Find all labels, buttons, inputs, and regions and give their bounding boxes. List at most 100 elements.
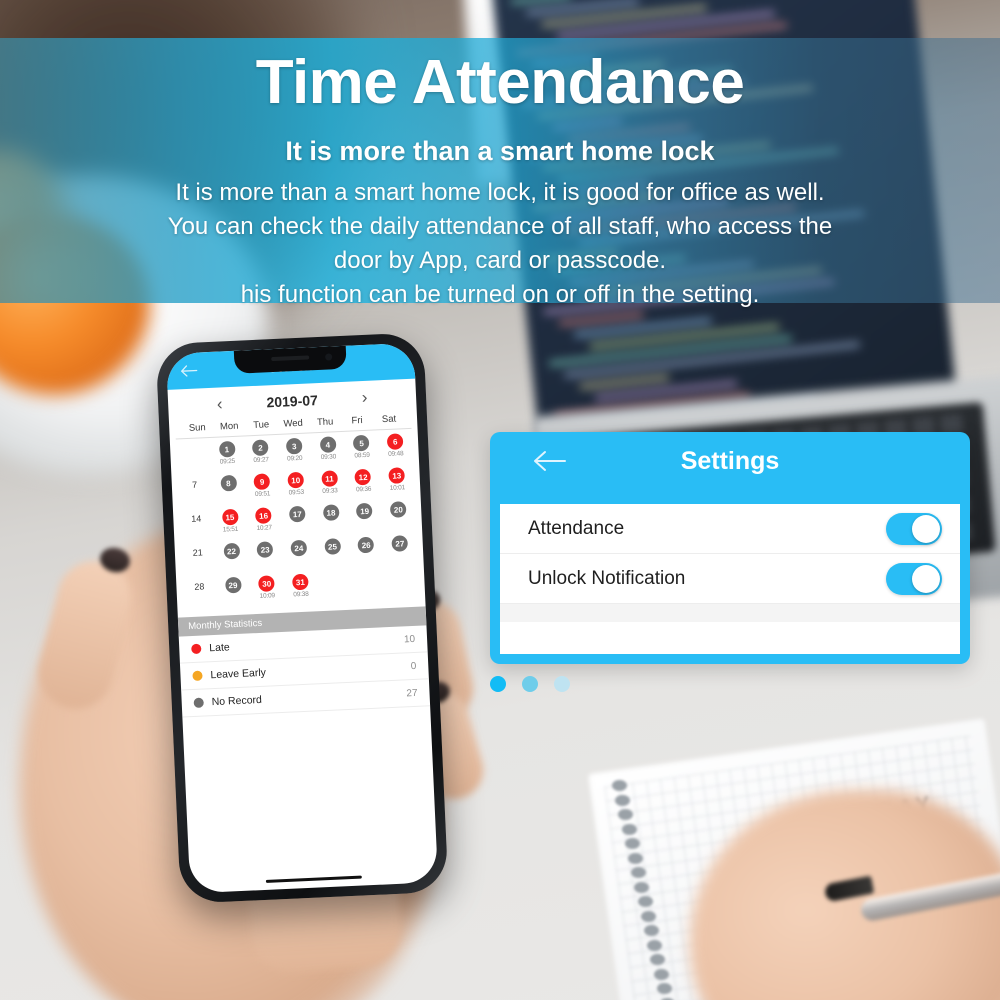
page-description: It is more than a smart home lock, it is… [0, 177, 1000, 311]
code-line-blur [558, 312, 644, 327]
calendar-day-time: 09:25 [219, 457, 236, 466]
calendar-day-cell[interactable]: 16 10:27 [246, 507, 281, 540]
calendar-day-marker-gray: 26 [357, 536, 375, 554]
pager-dot[interactable] [554, 676, 570, 692]
calendar-day-name: Tue [252, 419, 270, 432]
calendar-day-marker-gray: 5 [353, 434, 370, 452]
calendar-day-cell [317, 572, 352, 605]
chevron-right-icon[interactable]: › [361, 388, 368, 408]
calendar-day-name: Mon [219, 420, 239, 433]
chevron-left-icon[interactable]: ‹ [216, 394, 223, 414]
calendar-day-cell[interactable]: 3 09:20 [277, 437, 312, 470]
home-indicator-bar [265, 875, 362, 883]
pager-dot-active[interactable] [490, 676, 506, 692]
calendar-day-marker-gray: 4 [319, 436, 337, 454]
calendar-day-marker-gray: 29 [224, 576, 242, 594]
calendar-day-marker-red: 31 [291, 573, 309, 591]
calendar-day-cell[interactable]: 20 [381, 501, 416, 534]
calendar-day-time: 09:33 [322, 487, 338, 495]
calendar-day-marker-red: 15 [221, 508, 239, 526]
calendar-day-time: 09:30 [320, 453, 337, 461]
calendar-day-name: Fri [351, 415, 363, 427]
calendar-day-cell[interactable]: 13 10:01 [380, 467, 415, 500]
statistic-label: Late [209, 641, 230, 655]
toggle-switch-on[interactable] [886, 512, 942, 545]
settings-rows-container: Attendance Unlock Notification [500, 504, 960, 654]
header-text-block: Time Attendance It is more than a smart … [0, 40, 1000, 311]
calendar-day-name: Wed [283, 417, 304, 430]
calendar-day-number: 14 [190, 513, 202, 524]
calendar-day-cell [351, 570, 386, 603]
calendar-day-cell[interactable]: 19 [347, 502, 382, 535]
settings-title: Settings [680, 446, 780, 475]
calendar-day-cell[interactable]: 23 [248, 541, 283, 574]
calendar-day-cell[interactable]: 22 [214, 542, 249, 575]
carousel-pager-dots[interactable] [490, 676, 610, 692]
calendar-day-empty [326, 572, 343, 589]
earpiece-speaker-icon [271, 355, 310, 362]
calendar-day-cell[interactable]: 8 [211, 474, 246, 507]
calendar-day-cell[interactable]: 27 [383, 535, 418, 568]
calendar-day-time: 09:48 [388, 450, 404, 458]
calendar-day-cell[interactable]: 29 [216, 576, 251, 609]
calendar-day-marker-gray: 17 [288, 505, 306, 523]
phone-mockup: Steven ‹ 2019-07 › SunMonTueWedThuFriSat… [155, 332, 449, 904]
calendar-day-marker-red: 6 [386, 433, 404, 450]
page-subtitle: It is more than a smart home lock [285, 135, 715, 166]
calendar-day-cell[interactable]: 1 09:25 [210, 440, 245, 473]
calendar-day-cell [176, 442, 211, 475]
toggle-switch-on[interactable] [886, 562, 942, 595]
calendar-day-empty [393, 569, 410, 586]
calendar-day-marker-gray: 27 [391, 535, 409, 552]
calendar-day-cell[interactable]: 24 [282, 539, 317, 572]
calendar-day-marker-gray: 25 [324, 538, 341, 555]
calendar-day-cell[interactable]: 4 09:30 [311, 436, 346, 469]
calendar-day-cell[interactable]: 5 08:59 [344, 434, 379, 467]
calendar-day-marker-gray: 1 [218, 440, 236, 458]
calendar-day-name: Sun [188, 422, 206, 434]
calendar-day-cell[interactable]: 9 09:51 [245, 473, 280, 506]
settings-row: Attendance [500, 504, 960, 554]
calendar-day-cell[interactable]: 10 09:53 [279, 471, 314, 504]
monthly-statistics-list: Late 10 Leave Early 0 No Record 27 [178, 625, 431, 718]
calendar-day-time: 09:27 [253, 456, 269, 465]
calendar-day-marker-red: 9 [253, 473, 271, 491]
calendar-day-cell[interactable]: 2 09:27 [243, 439, 278, 472]
calendar-day-cell[interactable]: 12 09:36 [346, 468, 381, 501]
status-color-dot [192, 670, 203, 682]
code-line-blur [579, 374, 670, 390]
code-line-blur [510, 0, 572, 5]
calendar-day-cell[interactable]: 30 10:09 [249, 575, 284, 608]
calendar-day-marker-gray: 23 [256, 541, 274, 558]
calendar-day-cell[interactable]: 17 [280, 505, 315, 538]
calendar-day-cell[interactable]: 11 09:33 [312, 470, 347, 503]
calendar-day-time: 09:36 [355, 485, 372, 494]
calendar-day-cell[interactable]: 15 15:51 [213, 508, 248, 541]
pager-dot[interactable] [522, 676, 538, 692]
front-camera-icon [325, 353, 333, 361]
calendar-day-marker-gray: 2 [252, 439, 269, 457]
calendar-grid: 1 09:25 2 09:27 3 09:20 4 09:30 5 08:59 6 09:48 7 8 9 0… [170, 429, 426, 612]
calendar-day-cell[interactable]: 7 [177, 476, 212, 509]
calendar-day-cell[interactable]: 25 [315, 538, 350, 571]
calendar-day-cell[interactable]: 26 [349, 536, 384, 569]
calendar-day-cell[interactable]: 21 [181, 544, 216, 577]
calendar-day-number: 28 [194, 581, 205, 592]
calendar-day-cell[interactable]: 28 [182, 578, 217, 611]
phone-screen: Steven ‹ 2019-07 › SunMonTueWedThuFriSat… [165, 342, 439, 894]
statistic-label: No Record [211, 693, 263, 709]
calendar-day-name: Thu [316, 416, 334, 429]
calendar-day-marker-red: 16 [255, 507, 272, 524]
back-arrow-icon[interactable] [178, 363, 199, 378]
calendar-day-name: Sat [381, 413, 397, 426]
description-line: You can check the daily attendance of al… [167, 213, 833, 241]
back-arrow-icon[interactable] [530, 448, 568, 474]
calendar-day-cell[interactable]: 14 [179, 510, 214, 543]
statistic-value: 0 [410, 660, 417, 672]
statistic-value: 27 [406, 687, 418, 699]
calendar-day-cell[interactable]: 31 09:38 [283, 573, 318, 606]
calendar-day-empty [359, 571, 376, 588]
calendar-day-cell[interactable]: 6 09:48 [378, 433, 413, 466]
settings-row-label: Unlock Notification [528, 567, 686, 589]
calendar-day-cell[interactable]: 18 [314, 504, 349, 537]
